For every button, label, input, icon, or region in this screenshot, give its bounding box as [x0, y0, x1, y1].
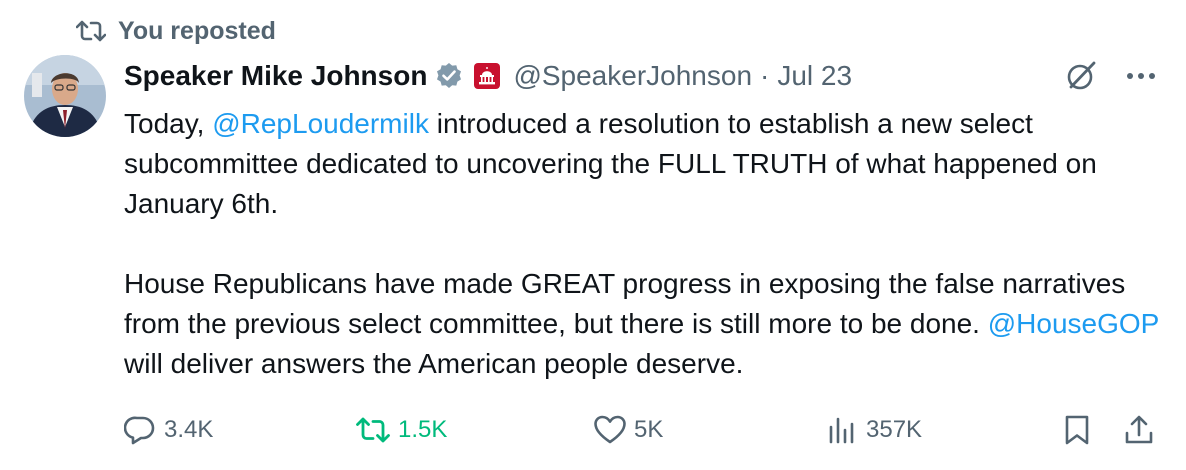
repost-label: You reposted — [118, 16, 276, 45]
views-icon — [828, 415, 858, 445]
reply-count: 3.4K — [164, 416, 214, 443]
more-icon[interactable] — [1126, 71, 1156, 81]
views-count: 357K — [866, 416, 923, 443]
avatar[interactable] — [24, 55, 106, 137]
repost-button[interactable]: 1.5K — [356, 408, 447, 452]
share-button[interactable] — [1124, 408, 1154, 452]
share-icon — [1124, 414, 1154, 446]
tweet-paragraph-1: Today, @RepLoudermilk introduced a resol… — [124, 104, 1169, 224]
author-name[interactable]: Speaker Mike Johnson — [124, 60, 427, 92]
grok-icon[interactable] — [1064, 59, 1098, 93]
tweet-date[interactable]: Jul 23 — [777, 60, 852, 92]
verified-badge-icon[interactable] — [435, 62, 463, 90]
tweet-text-segment: House Republicans have made GREAT progre… — [124, 268, 1126, 339]
repost-icon — [76, 20, 106, 42]
tweet-text-segment: will deliver answers the American people… — [124, 348, 744, 379]
reply-icon — [124, 415, 156, 445]
header-actions — [1064, 55, 1156, 97]
like-icon — [594, 415, 626, 445]
repost-banner: You reposted — [76, 12, 276, 50]
bookmark-icon — [1064, 414, 1090, 446]
tweet-text: Today, @RepLoudermilk introduced a resol… — [124, 104, 1169, 384]
bookmark-button[interactable] — [1064, 408, 1090, 452]
repost-icon — [356, 417, 390, 443]
reply-button[interactable]: 3.4K — [124, 408, 213, 452]
like-button[interactable]: 5K — [594, 408, 663, 452]
tweet-text-segment: Today, — [124, 108, 213, 139]
like-count: 5K — [634, 416, 664, 443]
repost-count: 1.5K — [398, 416, 448, 443]
tweet-paragraph-2: House Republicans have made GREAT progre… — [124, 264, 1169, 384]
capitol-affiliate-icon[interactable] — [473, 62, 501, 90]
mention-link[interactable]: @HouseGOP — [988, 308, 1159, 339]
mention-link[interactable]: @RepLoudermilk — [212, 108, 429, 139]
author-handle[interactable]: @SpeakerJohnson — [513, 60, 752, 92]
action-bar: 3.4K 1.5K 5K 357K — [120, 408, 1162, 452]
tweet-header: Speaker Mike Johnson @SpeakerJohnson · J… — [124, 55, 1162, 97]
separator-dot: · — [760, 60, 770, 91]
views-button[interactable]: 357K — [828, 408, 922, 452]
